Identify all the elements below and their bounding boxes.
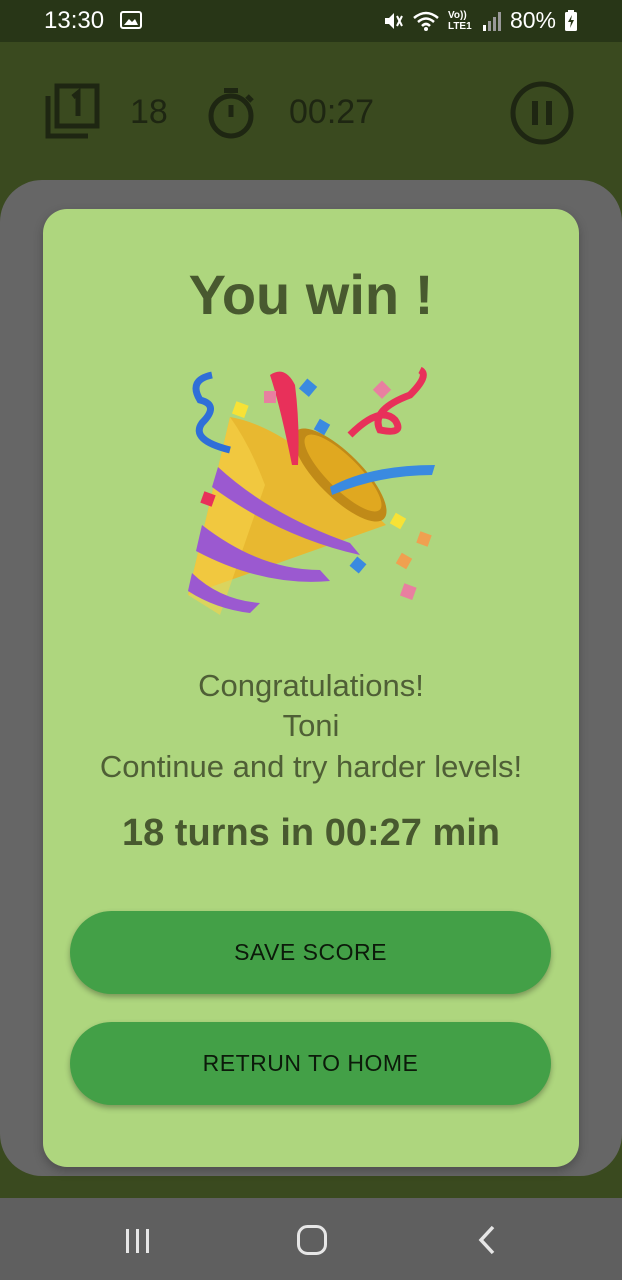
- elapsed-time: 00:27: [289, 93, 375, 131]
- home-icon[interactable]: [296, 1224, 328, 1256]
- wifi-icon: [413, 11, 439, 31]
- battery-percent: 80%: [509, 7, 556, 33]
- encouragement-message: Continue and try harder levels!: [99, 749, 523, 784]
- signal-icon: [482, 11, 501, 31]
- cards-icon: [45, 83, 100, 139]
- back-icon[interactable]: [476, 1224, 498, 1256]
- status-bar: 13:30 Vo)) LTE1 80%: [0, 0, 622, 42]
- status-right: Vo)) LTE1 80%: [382, 7, 578, 34]
- battery-charging-icon: [565, 9, 577, 31]
- return-home-button[interactable]: RETRUN TO HOME: [70, 1022, 551, 1105]
- recent-apps-icon[interactable]: [123, 1227, 153, 1255]
- pause-button[interactable]: [509, 80, 575, 146]
- congrats-message: Congratulations!: [198, 668, 424, 703]
- party-popper-icon: [188, 366, 435, 615]
- turns-count: 18: [130, 93, 168, 131]
- save-score-button[interactable]: SAVE SCORE: [70, 911, 551, 994]
- stopwatch-icon: [208, 88, 254, 139]
- mute-icon: [384, 12, 403, 29]
- gallery-icon: [120, 11, 142, 29]
- network-label: Vo)) LTE1: [447, 9, 472, 32]
- player-name: Toni: [282, 708, 340, 743]
- dialog-title: You win !: [188, 263, 434, 326]
- score-summary: 18 turns in 00:27 min: [121, 812, 500, 854]
- status-time: 13:30: [44, 7, 105, 34]
